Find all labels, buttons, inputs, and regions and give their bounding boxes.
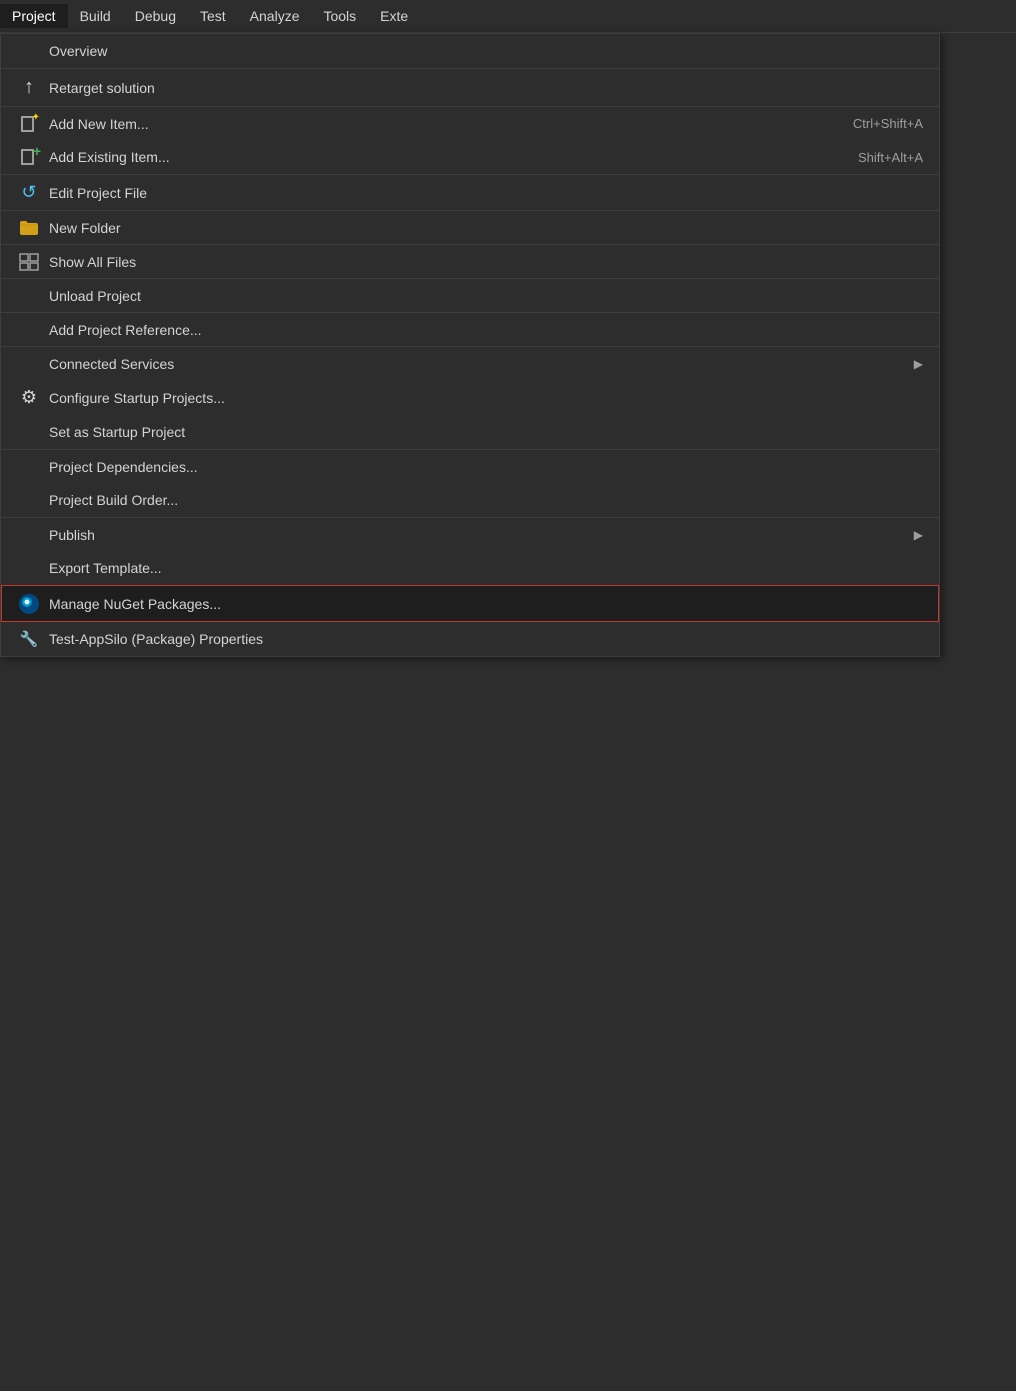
menu-item-show-files[interactable]: Show All Files bbox=[1, 244, 939, 278]
menu-item-appsilo-properties[interactable]: 🔧 Test-AppSilo (Package) Properties bbox=[1, 622, 939, 656]
overview-label: Overview bbox=[45, 43, 923, 59]
menu-bar: Project Build Debug Test Analyze Tools E… bbox=[0, 0, 1016, 33]
menu-item-manage-nuget[interactable]: Manage NuGet Packages... bbox=[1, 585, 939, 622]
configure-startup-label: Configure Startup Projects... bbox=[45, 390, 923, 406]
add-new-shortcut: Ctrl+Shift+A bbox=[853, 116, 923, 131]
menubar-item-tools[interactable]: Tools bbox=[311, 4, 368, 28]
show-files-icon bbox=[13, 253, 45, 271]
add-new-label: Add New Item... bbox=[45, 116, 793, 132]
menu-item-build-order[interactable]: Project Build Order... bbox=[1, 483, 939, 517]
menubar-item-debug[interactable]: Debug bbox=[123, 4, 188, 28]
publish-arrow: ▶ bbox=[914, 528, 923, 542]
upload-icon: ↑ bbox=[13, 76, 45, 99]
menubar-item-test[interactable]: Test bbox=[188, 4, 238, 28]
project-menu: Overview ↑ Retarget solution ✦ Add New I… bbox=[0, 33, 940, 657]
new-folder-label: New Folder bbox=[45, 220, 923, 236]
menu-item-new-folder[interactable]: New Folder bbox=[1, 210, 939, 244]
connected-services-arrow: ▶ bbox=[914, 357, 923, 371]
unload-label: Unload Project bbox=[45, 288, 923, 304]
add-existing-icon: + bbox=[13, 148, 45, 166]
project-deps-label: Project Dependencies... bbox=[45, 459, 923, 475]
export-template-label: Export Template... bbox=[45, 560, 923, 576]
menu-item-add-ref[interactable]: Add Project Reference... bbox=[1, 312, 939, 346]
add-ref-label: Add Project Reference... bbox=[45, 322, 923, 338]
menu-item-publish[interactable]: Publish ▶ bbox=[1, 517, 939, 551]
menu-item-retarget[interactable]: ↑ Retarget solution bbox=[1, 68, 939, 106]
publish-label: Publish bbox=[45, 527, 914, 543]
menu-item-unload[interactable]: Unload Project bbox=[1, 278, 939, 312]
appsilo-properties-label: Test-AppSilo (Package) Properties bbox=[45, 631, 923, 647]
gear-icon: ⚙ bbox=[13, 387, 45, 408]
connected-services-label: Connected Services bbox=[45, 356, 914, 372]
wrench-icon: 🔧 bbox=[13, 630, 45, 648]
menu-item-project-deps[interactable]: Project Dependencies... bbox=[1, 449, 939, 483]
folder-icon bbox=[13, 220, 45, 236]
edit-project-icon: ↺ bbox=[13, 182, 45, 203]
build-order-label: Project Build Order... bbox=[45, 492, 923, 508]
nuget-icon bbox=[13, 593, 45, 615]
menu-item-configure-startup[interactable]: ⚙ Configure Startup Projects... bbox=[1, 380, 939, 415]
menu-item-overview[interactable]: Overview bbox=[1, 34, 939, 68]
retarget-label: Retarget solution bbox=[45, 80, 923, 96]
menu-item-connected-services[interactable]: Connected Services ▶ bbox=[1, 346, 939, 380]
menu-item-add-existing[interactable]: + Add Existing Item... Shift+Alt+A bbox=[1, 140, 939, 174]
menubar-item-project[interactable]: Project bbox=[0, 4, 68, 28]
edit-project-label: Edit Project File bbox=[45, 185, 923, 201]
add-existing-label: Add Existing Item... bbox=[45, 149, 798, 165]
menubar-item-build[interactable]: Build bbox=[68, 4, 123, 28]
menu-item-set-startup[interactable]: Set as Startup Project bbox=[1, 415, 939, 449]
menu-item-add-new[interactable]: ✦ Add New Item... Ctrl+Shift+A bbox=[1, 106, 939, 140]
menu-item-export-template[interactable]: Export Template... bbox=[1, 551, 939, 585]
manage-nuget-label: Manage NuGet Packages... bbox=[45, 596, 923, 612]
set-startup-label: Set as Startup Project bbox=[45, 424, 923, 440]
menu-item-edit-project[interactable]: ↺ Edit Project File bbox=[1, 174, 939, 210]
add-existing-shortcut: Shift+Alt+A bbox=[858, 150, 923, 165]
menubar-item-exte[interactable]: Exte bbox=[368, 4, 420, 28]
menubar-item-analyze[interactable]: Analyze bbox=[238, 4, 312, 28]
add-new-icon: ✦ bbox=[13, 115, 45, 133]
show-files-label: Show All Files bbox=[45, 254, 923, 270]
